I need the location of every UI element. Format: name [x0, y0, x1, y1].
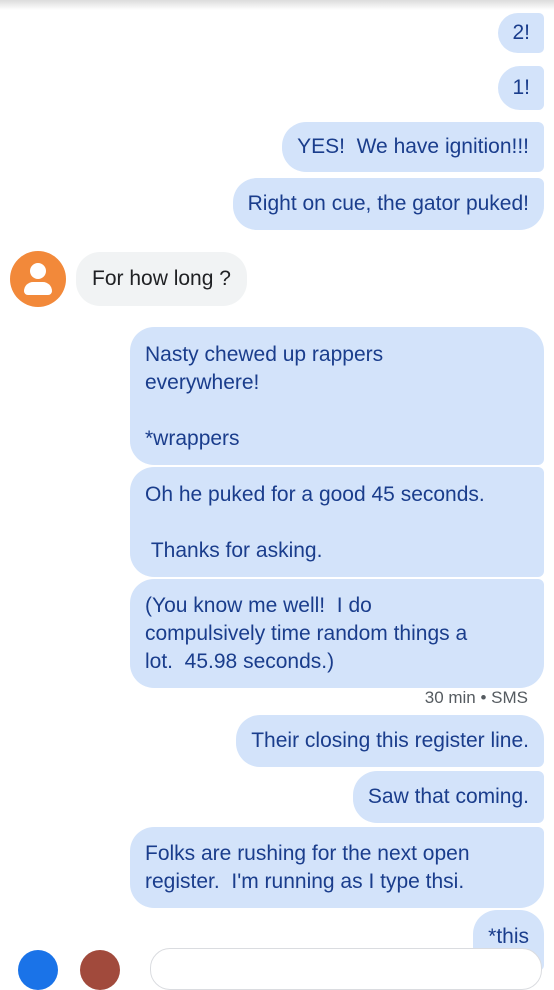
attachment-icon[interactable] [80, 950, 120, 990]
outgoing-message[interactable]: Nasty chewed up rappers everywhere! *wra… [130, 327, 544, 465]
outgoing-message[interactable]: 2! [498, 13, 544, 53]
incoming-message[interactable]: For how long ? [76, 252, 247, 306]
outgoing-message[interactable]: Oh he puked for a good 45 seconds. Thank… [130, 467, 544, 577]
message-input[interactable] [150, 948, 542, 990]
add-icon[interactable] [18, 950, 58, 990]
outgoing-message[interactable]: 1! [498, 66, 544, 110]
outgoing-message[interactable]: YES! We have ignition!!! [282, 122, 544, 172]
outgoing-message[interactable]: Right on cue, the gator puked! [232, 178, 544, 230]
contact-avatar[interactable] [10, 251, 66, 307]
outgoing-message[interactable]: Saw that coming. [352, 771, 544, 823]
outgoing-message[interactable]: Folks are rushing for the next open regi… [130, 827, 544, 908]
outgoing-message[interactable]: (You know me well! I do compulsively tim… [130, 579, 544, 688]
message-timestamp: 30 min • SMS [424, 688, 528, 707]
outgoing-message[interactable]: Their closing this register line. [236, 715, 544, 767]
top-shadow [0, 0, 554, 10]
